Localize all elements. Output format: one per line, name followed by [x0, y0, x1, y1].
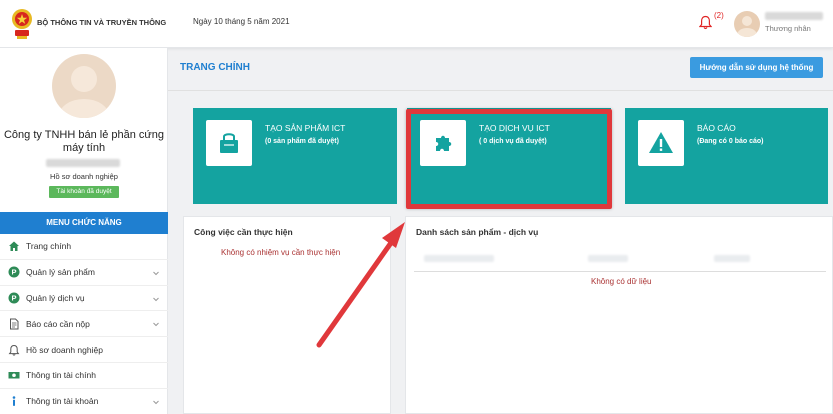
chevron-down-icon — [153, 297, 159, 301]
table-header-divider — [414, 271, 826, 272]
page-title: TRANG CHÍNH — [180, 62, 250, 73]
svg-text:P: P — [11, 268, 16, 277]
highlight-box — [406, 109, 612, 209]
profile-label[interactable]: Hồ sơ doanh nghiệp — [0, 172, 168, 181]
create-product-card[interactable]: TẠO SẢN PHẨM ICT (0 sản phẩm đã duyệt) — [193, 108, 397, 204]
home-icon — [8, 240, 20, 252]
user-role: Thương nhân — [765, 24, 811, 33]
card-subtitle: (Đang có 0 báo cáo) — [697, 138, 764, 145]
user-avatar[interactable] — [734, 11, 760, 37]
sidebar: Công ty TNHH bán lẻ phần cứng máy tính H… — [0, 48, 168, 414]
money-icon — [8, 369, 20, 381]
panel-title: Công việc cần thực hiện — [194, 227, 293, 237]
empty-message: Không có nhiệm vụ cần thực hiện — [221, 248, 341, 257]
info-icon — [8, 395, 20, 407]
sidebar-item-label: Hồ sơ doanh nghiệp — [26, 344, 103, 355]
p-circle-icon: P — [8, 266, 20, 278]
sidebar-item-label: Quản lý dịch vụ — [26, 292, 85, 303]
sidebar-item-label: Báo cáo cần nộp — [26, 318, 90, 329]
user-name-redacted[interactable] — [765, 12, 823, 20]
company-name: Công ty TNHH bán lẻ phần cứng máy tính — [3, 129, 165, 154]
national-emblem-icon[interactable] — [11, 6, 33, 40]
reports-card[interactable]: BÁO CÁO (Đang có 0 báo cáo) — [625, 108, 828, 204]
tasks-panel: Công việc cần thực hiện Không có nhiệm v… — [183, 216, 391, 414]
notification-bell-icon[interactable] — [699, 15, 712, 30]
chevron-down-icon — [153, 271, 159, 276]
chevron-down-icon — [153, 400, 159, 404]
warning-icon — [638, 120, 684, 166]
sidebar-item-home[interactable]: Trang chính — [0, 234, 168, 260]
title-divider — [168, 90, 833, 91]
document-icon — [8, 318, 20, 330]
chevron-down-icon — [153, 323, 159, 327]
sidebar-menu: Trang chính P Quản lý sản phẩm P Quản lý… — [0, 234, 168, 414]
sidebar-item-label: Quản lý sản phẩm — [26, 267, 95, 278]
table-header-redacted — [714, 255, 750, 262]
sidebar-item-account[interactable]: Thông tin tài khoản — [0, 389, 168, 414]
sidebar-item-label: Trang chính — [26, 241, 72, 252]
sidebar-item-label: Thông tin tài khoản — [26, 396, 99, 407]
product-service-list-panel: Danh sách sản phẩm - dịch vụ Không có dữ… — [405, 216, 833, 414]
svg-text:P: P — [11, 294, 16, 303]
card-subtitle: (0 sản phẩm đã duyệt) — [265, 138, 339, 145]
card-title: TẠO SẢN PHẨM ICT — [265, 123, 346, 133]
panel-title: Danh sách sản phẩm - dịch vụ — [416, 227, 539, 237]
company-avatar — [52, 54, 116, 118]
table-header-redacted — [424, 255, 494, 262]
table-header-redacted — [588, 255, 628, 262]
sidebar-item-reports[interactable]: Báo cáo cần nộp — [0, 311, 168, 338]
sidebar-item-finance[interactable]: Thông tin tài chính — [0, 363, 168, 389]
current-date: Ngày 10 tháng 5 năm 2021 — [193, 17, 290, 26]
account-approved-badge: Tài khoản đã duyệt — [49, 186, 119, 198]
user-guide-button[interactable]: Hướng dẫn sử dụng hệ thống — [690, 57, 823, 78]
p-circle-icon: P — [8, 292, 20, 304]
notification-count: (2) — [714, 11, 724, 20]
tax-id-redacted — [46, 159, 120, 167]
sidebar-item-label: Thông tin tài chính — [26, 370, 96, 381]
sidebar-item-products[interactable]: P Quản lý sản phẩm — [0, 260, 168, 286]
sidebar-item-services[interactable]: P Quản lý dịch vụ — [0, 286, 168, 312]
shopping-bag-icon — [206, 120, 252, 166]
card-title: BÁO CÁO — [697, 123, 736, 133]
empty-message: Không có dữ liệu — [591, 277, 652, 286]
sidebar-item-business-profile[interactable]: Hồ sơ doanh nghiệp — [0, 337, 168, 363]
ministry-name: BỘ THÔNG TIN VÀ TRUYỀN THÔNG — [37, 18, 167, 27]
menu-title: MENU CHỨC NĂNG — [0, 212, 168, 234]
top-header: BỘ THÔNG TIN VÀ TRUYỀN THÔNG Ngày 10 thá… — [0, 0, 833, 48]
bell-icon — [8, 344, 20, 356]
